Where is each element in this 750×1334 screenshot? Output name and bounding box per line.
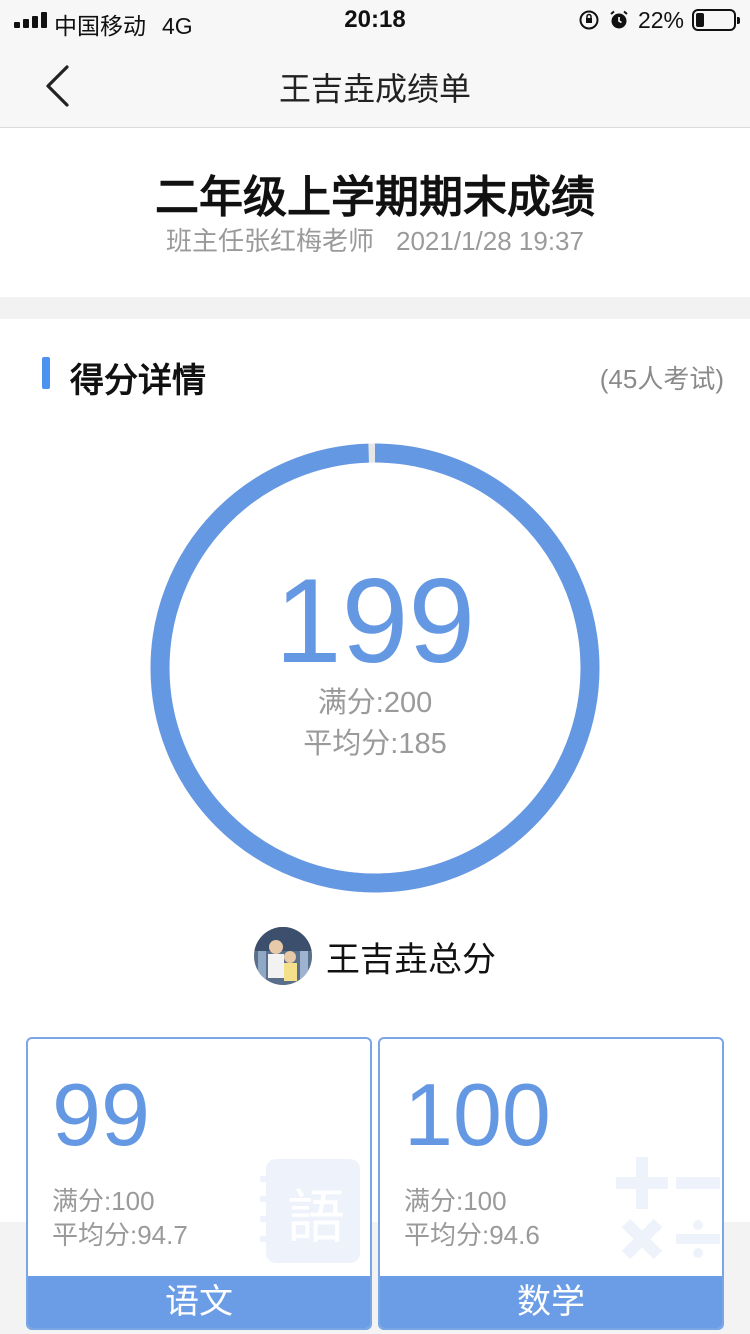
chinese-book-icon: 語 (259, 1153, 370, 1283)
subject-average-score: 平均分:94.6 (404, 1220, 540, 1250)
student-total-label: 王吉垚总分 (326, 940, 496, 979)
math-operators-icon (612, 1153, 722, 1283)
subject-score: 99 (52, 1065, 150, 1164)
page-title: 王吉垚成绩单 (278, 71, 471, 107)
avatar (254, 927, 312, 985)
subject-name: 语文 (28, 1276, 370, 1328)
exam-participant-count: (45人考试) (599, 364, 724, 394)
battery-percent: 22% (637, 6, 684, 33)
total-average-score: 平均分:185 (303, 728, 447, 760)
total-score-ring: 199 满分:200 平均分:185 (150, 443, 600, 893)
total-score: 199 (274, 554, 476, 688)
subject-score: 100 (404, 1065, 551, 1164)
svg-text:語: 語 (287, 1183, 345, 1251)
status-bar: 中国移动 4G 20:18 22% (0, 0, 750, 40)
subject-card-chinese[interactable]: 語 99 满分:100 平均分:94.7 语文 (26, 1037, 372, 1330)
nav-bar: 王吉垚成绩单 (0, 40, 750, 128)
publish-datetime: 2021/1/28 19:37 (396, 226, 584, 256)
alarm-icon (608, 9, 630, 31)
exam-header: 二年级上学期期末成绩 班主任张红梅老师 2021/1/28 19:37 (0, 129, 750, 297)
subject-average-score: 平均分:94.7 (52, 1220, 188, 1250)
orientation-lock-icon (578, 9, 600, 31)
exam-title: 二年级上学期期末成绩 (155, 173, 595, 222)
section-title: 得分详情 (70, 362, 206, 400)
student-total-row: 王吉垚总分 (0, 926, 750, 986)
section-divider (0, 297, 750, 319)
status-right: 22% (578, 6, 740, 33)
subject-card-math[interactable]: 100 满分:100 平均分:94.6 数学 (378, 1037, 724, 1330)
battery-icon (692, 9, 740, 31)
teacher-name: 班主任张红梅老师 (166, 226, 375, 256)
exam-meta: 班主任张红梅老师 2021/1/28 19:37 (0, 221, 750, 258)
total-full-score: 满分:200 (317, 687, 433, 719)
section-accent-bar (42, 357, 50, 389)
subject-full-score: 满分:100 (404, 1186, 507, 1216)
subject-full-score: 满分:100 (52, 1186, 155, 1216)
score-section-header: 得分详情 (45人考试) (0, 319, 750, 429)
subject-name: 数学 (380, 1276, 722, 1328)
